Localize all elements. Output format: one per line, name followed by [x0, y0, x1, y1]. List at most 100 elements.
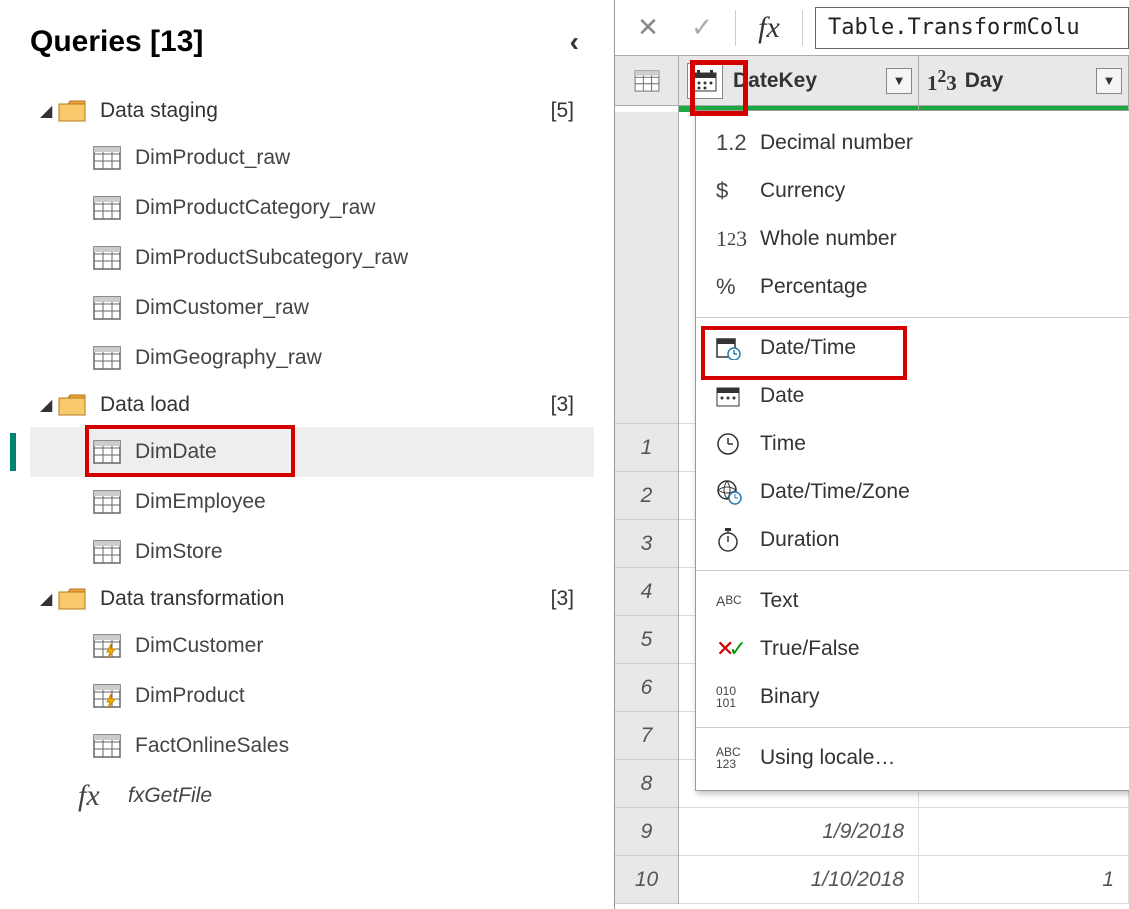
folder-icon [58, 394, 86, 416]
query-dimproduct[interactable]: DimProduct [30, 671, 594, 721]
cell[interactable]: 1/9/2018 [679, 808, 919, 855]
cancel-formula-icon[interactable]: ✕ [627, 7, 669, 49]
query-label: DimGeography_raw [135, 346, 322, 370]
type-whole[interactable]: 123Whole number [696, 215, 1129, 263]
binary-icon: 010 101 [716, 685, 760, 709]
query-label: DimProduct [135, 684, 245, 708]
type-truefalse[interactable]: ✕✓True/False [696, 625, 1129, 673]
highlight-dimdate [85, 425, 295, 477]
decimal-icon: 1.2 [716, 130, 760, 156]
query-label: DimProduct_raw [135, 146, 290, 170]
menu-label: Decimal number [760, 131, 913, 155]
table-corner[interactable] [615, 56, 679, 105]
column-name: DateKey [733, 69, 817, 93]
type-text[interactable]: ABCText [696, 577, 1129, 625]
query-dimdate[interactable]: DimDate [30, 427, 594, 477]
boolean-icon: ✕✓ [716, 636, 760, 662]
cell[interactable]: 1 [919, 856, 1129, 903]
type-duration[interactable]: Duration [696, 516, 1129, 564]
type-date[interactable]: Date [696, 372, 1129, 420]
query-dimcustomer[interactable]: DimCustomer [30, 621, 594, 671]
type-datetime[interactable]: Date/Time [696, 324, 1129, 372]
query-dimstore[interactable]: DimStore [30, 527, 594, 577]
row-number[interactable]: 1 [615, 424, 678, 472]
folder-data-staging[interactable]: ◢ Data staging [5] [30, 89, 594, 133]
filter-dropdown-icon[interactable]: ▼ [1096, 68, 1122, 94]
row-gutter: 1 2 3 4 5 6 7 8 9 10 [615, 112, 679, 904]
row-number[interactable]: 10 [615, 856, 678, 904]
type-binary[interactable]: 010 101Binary [696, 673, 1129, 721]
query-dimproductsubcategory-raw[interactable]: DimProductSubcategory_raw [30, 233, 594, 283]
query-dimcustomer-raw[interactable]: DimCustomer_raw [30, 283, 594, 333]
cell[interactable]: 1/10/2018 [679, 856, 919, 903]
query-factonlinesales[interactable]: FactOnlineSales [30, 721, 594, 771]
divider [735, 10, 736, 46]
column-header-day[interactable]: 123 Day ▼ [919, 56, 1129, 105]
datetime-icon [716, 336, 760, 360]
table-bolt-icon [93, 684, 121, 708]
type-percentage[interactable]: %Percentage [696, 263, 1129, 311]
datetimezone-icon [716, 479, 760, 505]
row-number[interactable]: 8 [615, 760, 678, 808]
query-label: DimStore [135, 540, 223, 564]
folder-icon [58, 100, 86, 122]
row-number[interactable]: 7 [615, 712, 678, 760]
folder-data-load[interactable]: ◢ Data load [3] [30, 383, 594, 427]
type-currency[interactable]: $Currency [696, 167, 1129, 215]
type-icon-button[interactable] [687, 63, 723, 99]
menu-divider [696, 317, 1129, 318]
menu-label: Using locale… [760, 746, 895, 770]
folder-data-transformation[interactable]: ◢ Data transformation [3] [30, 577, 594, 621]
type-datetimezone[interactable]: Date/Time/Zone [696, 468, 1129, 516]
menu-label: Date/Time/Zone [760, 480, 910, 504]
folder-label: Data transformation [100, 587, 551, 611]
type-locale[interactable]: ABC 123Using locale… [696, 734, 1129, 782]
row-number[interactable]: 4 [615, 568, 678, 616]
row-number[interactable]: 9 [615, 808, 678, 856]
expand-toggle-icon[interactable]: ◢ [40, 395, 58, 415]
row-number[interactable]: 3 [615, 520, 678, 568]
percentage-icon: % [716, 274, 760, 300]
query-dimproductcategory-raw[interactable]: DimProductCategory_raw [30, 183, 594, 233]
table-icon [634, 70, 660, 92]
formula-bar: ✕ ✓ fx [615, 0, 1129, 56]
folder-icon [58, 588, 86, 610]
data-type-menu: 1.2Decimal number $Currency 123Whole num… [695, 110, 1129, 791]
folder-count: [5] [551, 99, 574, 123]
expand-toggle-icon[interactable]: ◢ [40, 589, 58, 609]
table-icon [93, 734, 121, 758]
filter-dropdown-icon[interactable]: ▼ [886, 68, 912, 94]
cell[interactable] [919, 808, 1129, 855]
type-decimal[interactable]: 1.2Decimal number [696, 119, 1129, 167]
menu-label: Duration [760, 528, 839, 552]
column-header-datekey[interactable]: DateKey ▼ [679, 56, 919, 105]
expand-toggle-icon[interactable]: ◢ [40, 101, 58, 121]
accept-formula-icon[interactable]: ✓ [681, 7, 723, 49]
menu-label: Date [760, 384, 804, 408]
table-icon [93, 196, 121, 220]
query-label: DimEmployee [135, 490, 266, 514]
folder-label: Data load [100, 393, 551, 417]
collapse-chevron-icon[interactable]: ‹ [570, 26, 579, 58]
row-number[interactable]: 2 [615, 472, 678, 520]
fx-icon: fx [78, 779, 108, 813]
query-label: DimCustomer [135, 634, 263, 658]
menu-divider [696, 570, 1129, 571]
type-time[interactable]: Time [696, 420, 1129, 468]
fx-icon[interactable]: fx [748, 11, 790, 45]
menu-label: True/False [760, 637, 860, 661]
query-label: fxGetFile [128, 784, 212, 808]
query-dimgeography-raw[interactable]: DimGeography_raw [30, 333, 594, 383]
table-icon [93, 490, 121, 514]
query-label: DimProductSubcategory_raw [135, 246, 408, 270]
column-headers: DateKey ▼ 123 Day ▼ [615, 56, 1129, 106]
row-number[interactable]: 6 [615, 664, 678, 712]
table-icon [93, 296, 121, 320]
query-dimproduct-raw[interactable]: DimProduct_raw [30, 133, 594, 183]
row-number[interactable]: 5 [615, 616, 678, 664]
formula-input[interactable] [815, 7, 1129, 49]
query-fxgetfile[interactable]: fx fxGetFile [30, 771, 594, 821]
any-icon: ABC 123 [716, 746, 760, 770]
query-dimemployee[interactable]: DimEmployee [30, 477, 594, 527]
time-icon [716, 432, 760, 456]
